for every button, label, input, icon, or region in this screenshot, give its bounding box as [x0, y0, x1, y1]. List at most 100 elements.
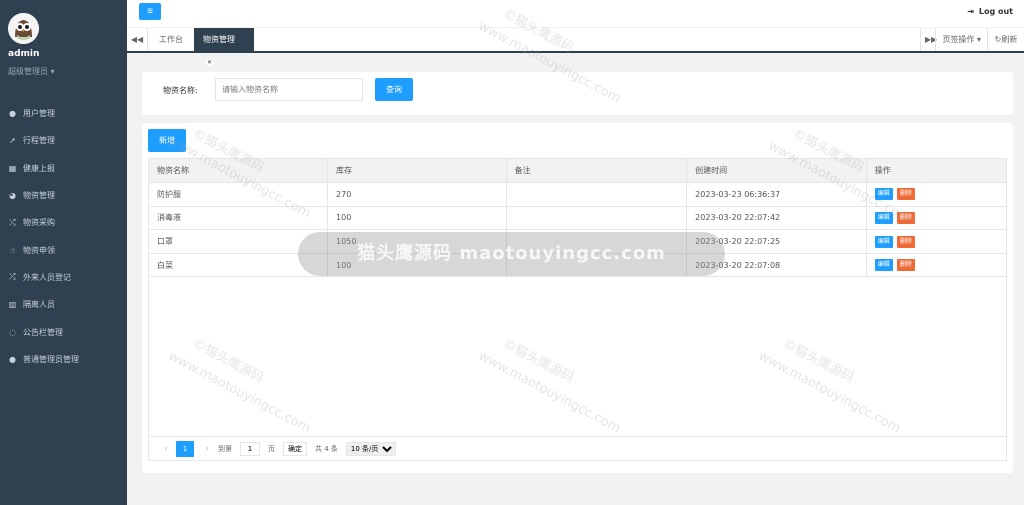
sidebar-item-supplies-purchase[interactable]: ⤮ 物资采购 [0, 209, 127, 236]
table-row: 防护服 270 2023-03-23 06:36:37 编辑 删除 [149, 182, 1006, 207]
column-header-stock[interactable]: 库存 [327, 159, 507, 184]
backward-icon: ◀◀ [130, 35, 144, 44]
sidebar-item-bulletin-management[interactable]: ◌ 公告栏管理 [0, 318, 127, 345]
logout-link[interactable]: ⇥ Log out [967, 7, 1013, 16]
hand-icon: ☝ [10, 245, 15, 255]
delete-button[interactable]: 删除 [896, 259, 915, 272]
pagination: ‹ 1 › 到第 页 确定 共 4 条 10 条/页 [148, 437, 1007, 461]
random-icon: ⤮ [9, 272, 16, 282]
table-row: 消毒液 100 2023-03-20 22:07:42 编辑 删除 [149, 206, 1006, 231]
cell-name: 消毒液 [149, 206, 329, 231]
next-page-icon[interactable]: › [200, 444, 214, 454]
table-panel: 新增 物资名称 库存 备注 创建时间 操作 防护服 270 2023-03-23… [142, 123, 1013, 473]
page-number-current[interactable]: 1 [176, 440, 194, 457]
table-header-row: 物资名称 库存 备注 创建时间 操作 [149, 159, 1006, 184]
total-count: 共 4 条 [315, 444, 338, 453]
sidebar-menu: ● 用户管理 ➚ 行程管理 ▦ 健康上报 ◕ 物资管理 ⤮ 物资采购 ☝ 物资申领 ⤮ 外来人… [0, 100, 127, 373]
user-icon: ● [9, 109, 16, 119]
sidebar-item-quarantine-personnel[interactable]: ▥ 隔离人员 [0, 291, 127, 318]
sidebar-item-trip-management[interactable]: ➚ 行程管理 [0, 127, 127, 154]
page-size-select[interactable]: 10 条/页 [345, 441, 396, 456]
sidebar-item-visitor-registration[interactable]: ⤮ 外来人员登记 [0, 264, 127, 291]
cell-actions: 编辑 删除 [866, 229, 1006, 254]
menu-icon: ≡ [147, 6, 153, 17]
search-panel: 物资名称: 查询 [142, 72, 1013, 115]
caret-down-icon: ▾ [976, 35, 981, 44]
comment-icon: ◌ [9, 327, 16, 337]
data-table: 物资名称 库存 备注 创建时间 操作 防护服 270 2023-03-23 06… [148, 158, 1007, 437]
cell-actions: 编辑 删除 [866, 253, 1006, 278]
caret-down-icon: ▾ [50, 67, 55, 76]
tab-label: 物资管理 [203, 35, 235, 44]
cell-created: 2023-03-20 22:07:42 [686, 206, 867, 231]
building-icon: ▥ [8, 300, 17, 310]
cell-actions: 编辑 删除 [866, 182, 1006, 207]
cell-stock: 100 [327, 206, 507, 231]
edit-button[interactable]: 编辑 [874, 211, 893, 224]
sidebar-item-admin-management[interactable]: ● 普通管理员管理 [0, 346, 127, 373]
edit-button[interactable]: 编辑 [874, 259, 893, 272]
goto-confirm-button[interactable]: 确定 [283, 441, 307, 456]
edit-button[interactable]: 编辑 [874, 188, 893, 201]
delete-button[interactable]: 删除 [896, 188, 915, 201]
sidebar-item-health-report[interactable]: ▦ 健康上报 [0, 155, 127, 182]
column-header-actions: 操作 [866, 159, 1006, 184]
cell-created: 2023-03-23 06:36:37 [686, 182, 867, 207]
delete-button[interactable]: 删除 [896, 235, 915, 248]
sidebar-item-label: 外来人员登记 [23, 272, 71, 282]
top-navbar: ≡ ⇥ Log out [127, 0, 1024, 27]
tabs-scroll-left-button[interactable]: ◀◀ [127, 28, 148, 51]
tab-home[interactable]: 工作台 [150, 28, 195, 51]
column-header-note[interactable]: 备注 [506, 159, 688, 184]
sidebar-item-label: 健康上报 [23, 163, 55, 173]
refresh-label: 刷新 [1001, 35, 1018, 44]
sidebar-item-label: 用户管理 [23, 109, 55, 119]
user-role-label: 超级管理员 [8, 67, 48, 76]
column-header-name[interactable]: 物资名称 [149, 159, 329, 184]
sidebar-item-label: 物资采购 [23, 218, 55, 228]
delete-button[interactable]: 删除 [896, 211, 915, 224]
owl-avatar-icon [8, 13, 39, 44]
close-icon[interactable]: ✕ [206, 59, 213, 66]
sidebar-item-label: 物资管理 [23, 191, 55, 201]
sidebar-item-label: 普通管理员管理 [23, 354, 79, 364]
cell-stock: 270 [327, 182, 507, 207]
user-role-dropdown[interactable]: 超级管理员 ▾ [8, 66, 55, 77]
cell-name: 防护服 [149, 182, 329, 207]
random-icon: ⤮ [9, 217, 16, 227]
edit-button[interactable]: 编辑 [874, 235, 893, 248]
user-name: admin [8, 49, 40, 59]
sidebar-item-label: 隔离人员 [23, 300, 55, 310]
tab-ops-label: 页签操作 [942, 35, 975, 44]
calendar-icon: ▦ [8, 163, 17, 173]
search-input[interactable] [215, 78, 363, 101]
avatar[interactable] [8, 13, 39, 44]
sidebar-item-label: 行程管理 [23, 136, 55, 146]
column-header-created[interactable]: 创建时间 [686, 159, 867, 184]
sidebar: admin 超级管理员 ▾ ● 用户管理 ➚ 行程管理 ▦ 健康上报 ◕ 物资管理 ⤮ 物… [0, 0, 127, 505]
goto-page-input[interactable] [240, 441, 260, 456]
sidebar-item-supplies-request[interactable]: ☝ 物资申领 [0, 236, 127, 263]
sidebar-item-label: 公告栏管理 [23, 327, 63, 337]
tabs-bar: ◀◀ 工作台 物资管理 ✕ ▶▶ 页签操作 ▾ ↻刷新 [127, 28, 1024, 66]
add-button[interactable]: 新增 [148, 129, 186, 152]
sidebar-item-supplies-management[interactable]: ◕ 物资管理 [0, 182, 127, 209]
tab-operations-dropdown[interactable]: 页签操作 ▾ [935, 28, 987, 51]
tab-label: 工作台 [159, 35, 183, 44]
prev-page-icon[interactable]: ‹ [159, 444, 173, 454]
tab-supplies-management[interactable]: 物资管理 ✕ [194, 28, 254, 66]
sign-out-icon: ⇥ [967, 7, 974, 16]
sidebar-item-user-management[interactable]: ● 用户管理 [0, 100, 127, 127]
user-icon: ● [9, 354, 16, 364]
search-label: 物资名称: [163, 86, 198, 95]
paper-plane-icon: ➚ [9, 136, 16, 146]
dashboard-icon: ◕ [9, 191, 16, 201]
logout-label: Log out [978, 7, 1013, 16]
cell-actions: 编辑 删除 [866, 206, 1006, 231]
cell-note [506, 182, 688, 207]
search-button[interactable]: 查询 [375, 78, 413, 101]
refresh-button[interactable]: ↻刷新 [987, 28, 1024, 51]
sidebar-item-label: 物资申领 [23, 245, 55, 255]
page-unit-label: 页 [268, 444, 275, 453]
sidebar-toggle-button[interactable]: ≡ [139, 3, 161, 20]
